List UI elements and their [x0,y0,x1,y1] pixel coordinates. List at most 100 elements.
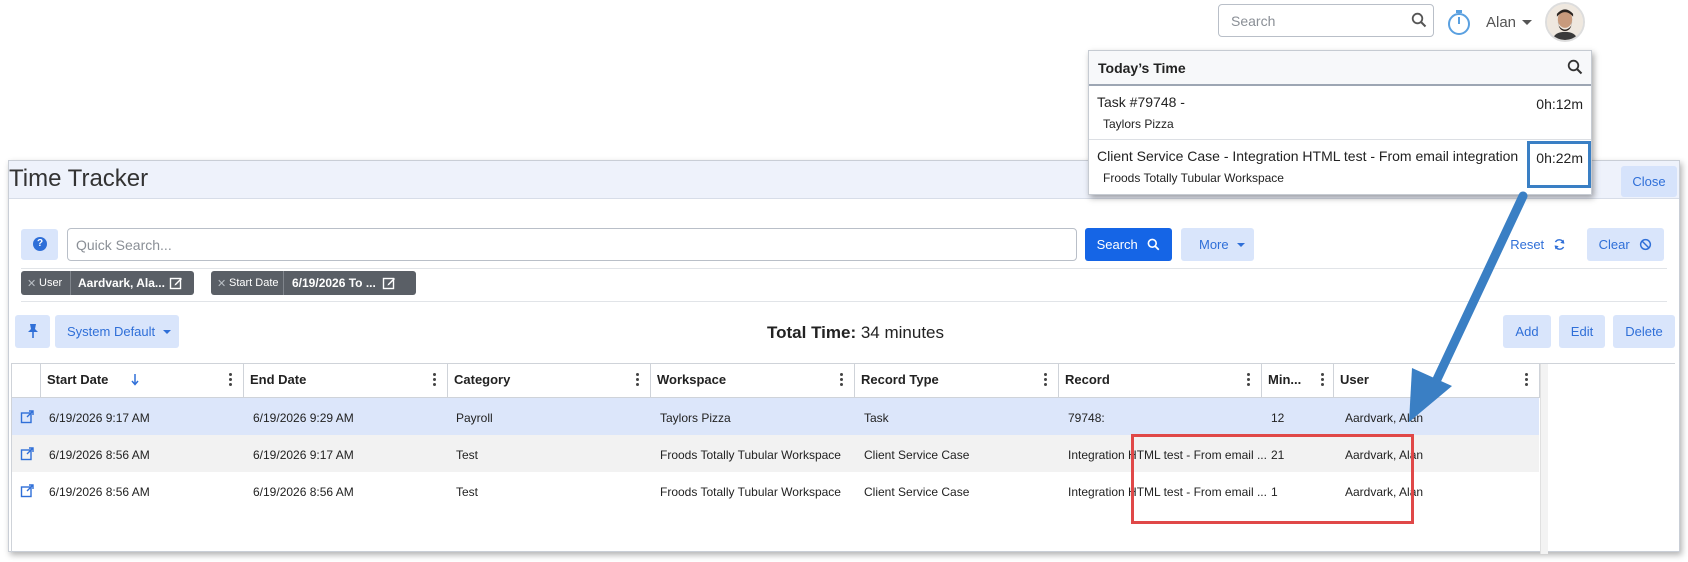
highlight-box-time [1527,141,1591,188]
cell-workspace: Taylors Pizza [660,411,731,425]
vertical-scrollbar[interactable] [1540,364,1548,554]
column-header-label: End Date [250,372,307,387]
column-header-user[interactable]: User [1334,364,1540,398]
time-entry-workspace: Froods Totally Tubular Workspace [1103,171,1284,185]
cell-category: Payroll [456,411,493,425]
close-button[interactable]: Close [1621,166,1677,197]
more-button[interactable]: More [1181,228,1254,261]
time-entry-item[interactable]: Client Service Case - Integration HTML t… [1089,140,1591,194]
filter-chip-start-date[interactable]: ✕ Start Date 6/19/2026 To ... [211,271,416,295]
time-entry-workspace: Taylors Pizza [1103,117,1174,131]
search-button-label: Search [1096,237,1138,252]
todays-time-header: Today’s Time [1089,51,1591,86]
view-selector[interactable]: System Default [55,315,179,348]
column-header-select [12,364,41,398]
help-button[interactable]: ? [21,229,58,260]
cell-category: Test [456,485,479,499]
column-header-start-date[interactable]: Start Date [41,364,244,398]
stopwatch-icon[interactable] [1446,8,1472,36]
column-menu-icon[interactable] [840,373,844,389]
cell-record-type: Client Service Case [864,448,970,462]
view-selector-label: System Default [67,324,156,339]
cell-workspace: Froods Totally Tubular Workspace [660,448,841,462]
column-header-label: Record Type [861,372,939,387]
global-search-placeholder: Search [1231,13,1276,29]
reset-button-label: Reset [1510,237,1545,252]
clear-button-label: Clear [1598,237,1630,252]
cell-end-date: 6/19/2026 9:29 AM [253,411,354,425]
chevron-down-icon[interactable] [1522,20,1532,25]
add-button[interactable]: Add [1503,315,1551,348]
remove-filter-icon[interactable]: ✕ [27,277,36,290]
divider [283,271,284,295]
sort-descending-icon[interactable] [130,373,140,386]
user-menu-name[interactable]: Alan [1486,14,1516,31]
total-time-label: Total Time: [767,323,857,342]
time-entry-title: Client Service Case - Integration HTML t… [1097,148,1519,164]
user-avatar-icon [1547,4,1583,40]
cell-record: 79748: [1068,411,1105,425]
time-entry-title: Task #79748 - [1097,94,1185,110]
edit-button[interactable]: Edit [1559,315,1605,348]
time-entry-item[interactable]: Task #79748 - Taylors Pizza 0h:12m [1089,86,1591,140]
filter-label: User [39,277,63,289]
filter-value: Aardvark, Ala... [78,276,165,290]
table-row[interactable]: 6/19/2026 9:17 AM 6/19/2026 9:29 AM Payr… [12,398,1539,438]
column-header-label: Record [1065,372,1110,387]
todays-time-title: Today’s Time [1098,60,1186,76]
column-menu-icon[interactable] [1044,373,1048,389]
todays-time-panel: Today’s Time Task #79748 - Taylors Pizza… [1088,50,1592,195]
cell-end-date: 6/19/2026 8:56 AM [253,485,354,499]
column-menu-icon[interactable] [1525,373,1529,389]
open-record-icon[interactable] [20,447,34,461]
search-button[interactable]: Search [1085,228,1172,261]
page-title: Time Tracker [9,165,149,192]
cell-end-date: 6/19/2026 9:17 AM [253,448,354,462]
time-entries-table: Start Date End Date Category Workspace R… [11,363,1675,554]
column-header-record[interactable]: Record [1059,364,1262,398]
column-menu-icon[interactable] [433,373,437,389]
cell-start-date: 6/19/2026 9:17 AM [49,411,150,425]
clear-button[interactable]: Clear [1587,228,1664,261]
column-menu-icon[interactable] [1321,373,1325,389]
column-header-end-date[interactable]: End Date [244,364,448,398]
highlight-box-records [1131,434,1414,524]
global-search-input[interactable]: Search [1218,4,1434,37]
avatar[interactable] [1545,2,1585,42]
open-record-icon[interactable] [20,484,34,498]
column-header-minutes[interactable]: Min... [1262,364,1334,398]
chevron-down-icon [1237,243,1245,247]
pin-button[interactable] [15,315,50,348]
cell-user: Aardvark, Alan [1345,411,1424,425]
search-icon[interactable] [1411,12,1427,28]
cell-workspace: Froods Totally Tubular Workspace [660,485,841,499]
help-icon: ? [33,237,47,251]
time-tracker-window: Time Tracker Close ? Quick Search... Sea… [8,160,1680,554]
divider [21,268,1667,269]
column-menu-icon[interactable] [636,373,640,389]
refresh-icon [1554,239,1565,250]
column-menu-icon[interactable] [1247,373,1251,389]
chevron-down-icon [163,330,171,334]
quick-search-input[interactable]: Quick Search... [67,228,1077,261]
cell-start-date: 6/19/2026 8:56 AM [49,485,150,499]
column-header-record-type[interactable]: Record Type [855,364,1059,398]
edit-icon[interactable] [382,276,396,290]
filter-chip-user[interactable]: ✕ User Aardvark, Ala... [21,271,194,295]
column-header-category[interactable]: Category [448,364,651,398]
column-header-workspace[interactable]: Workspace [651,364,855,398]
column-menu-icon[interactable] [229,373,233,389]
open-record-icon[interactable] [20,410,34,424]
cell-record-type: Task [864,411,889,425]
cell-category: Test [456,448,479,462]
filter-label: Start Date [229,277,279,289]
remove-filter-icon[interactable]: ✕ [217,277,226,290]
ban-icon [1640,238,1652,251]
reset-button[interactable]: Reset [1499,228,1577,261]
cell-record-type: Client Service Case [864,485,970,499]
column-header-label: Start Date [47,372,109,387]
delete-button[interactable]: Delete [1613,315,1675,348]
edit-icon[interactable] [169,276,183,290]
search-icon[interactable] [1567,59,1583,75]
column-header-label: Workspace [657,372,727,387]
